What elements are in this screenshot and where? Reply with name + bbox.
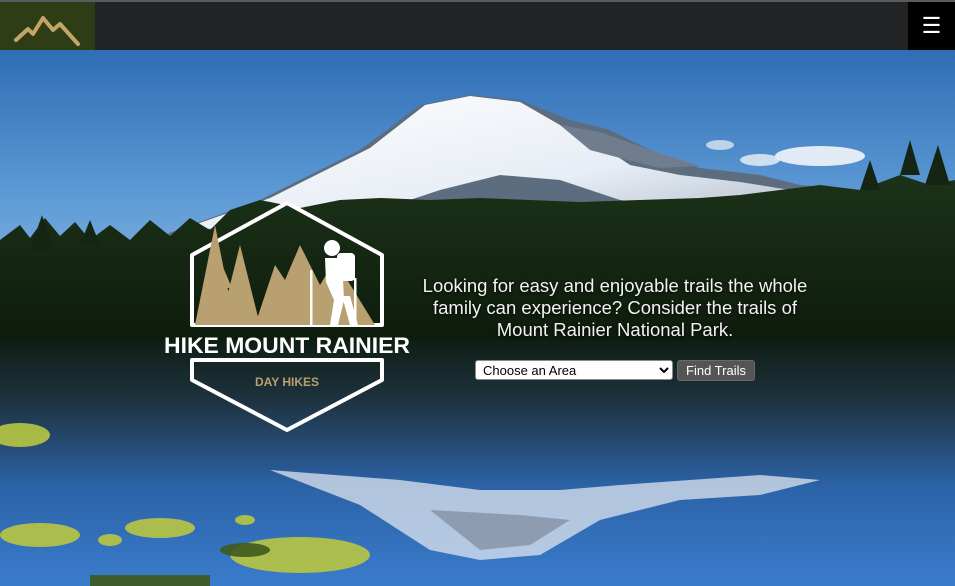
badge-subtitle: DAY HIKES <box>255 375 319 389</box>
trees-icon <box>195 225 260 325</box>
area-select[interactable]: Choose an Area <box>475 360 673 380</box>
mountain-logo-icon <box>14 16 80 46</box>
hamburger-menu-icon[interactable]: ☰ <box>908 2 955 50</box>
hike-mount-rainier-badge: HIKE MOUNT RAINIER DAY HIKES <box>164 201 410 432</box>
site-logo[interactable] <box>0 2 95 50</box>
top-nav-bar: ☰ <box>0 0 955 50</box>
find-trails-button[interactable]: Find Trails <box>677 360 755 381</box>
badge-title: HIKE MOUNT RAINIER <box>164 333 410 358</box>
mountain-peaks-icon <box>255 245 375 325</box>
hero-section: HIKE MOUNT RAINIER DAY HIKES Looking for… <box>0 50 955 586</box>
hero-tagline: Looking for easy and enjoyable trails th… <box>422 275 808 340</box>
